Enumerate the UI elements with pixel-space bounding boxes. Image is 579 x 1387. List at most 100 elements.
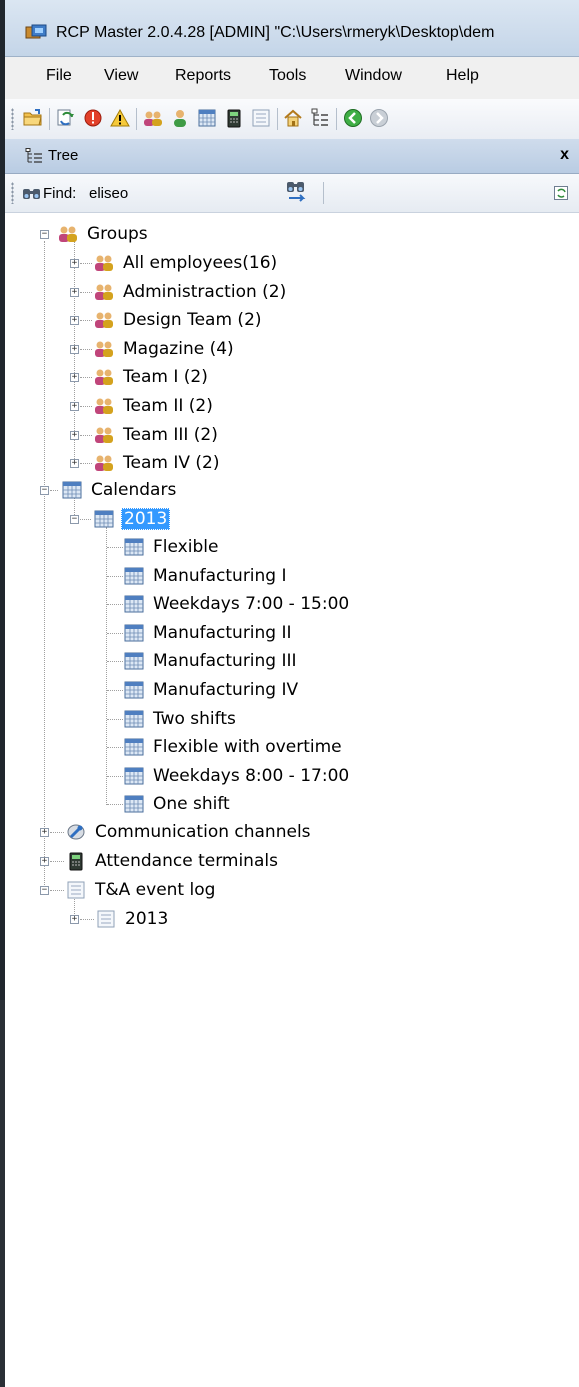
tree-connector (50, 832, 64, 833)
group-expander[interactable]: + (70, 259, 79, 268)
communication-expander[interactable]: + (40, 828, 49, 837)
tree-label: Two shifts (153, 708, 236, 729)
group-expander[interactable]: + (70, 316, 79, 326)
tree-node-calendar[interactable]: Weekdays 8:00 - 17:00 (123, 763, 351, 789)
tree-node-group[interactable]: Design Team (2) (93, 307, 264, 333)
tree-label: Magazine (4) (123, 338, 234, 359)
tree-node-group[interactable]: Administraction (2) (93, 279, 288, 305)
tree-node-calendar[interactable]: Weekdays 7:00 - 15:00 (123, 591, 351, 617)
eventlog-year-expander[interactable]: + (70, 915, 79, 924)
tree-connector (80, 348, 92, 350)
tree-connector (44, 241, 45, 889)
tree-node-calendar[interactable]: Manufacturing IV (123, 677, 300, 703)
tree-connector (80, 291, 92, 293)
title-bar[interactable]: RCP Master 2.0.4.28 [ADMIN] "C:\Users\rm… (5, 0, 579, 57)
calendar-year-expander[interactable]: − (70, 515, 79, 524)
forward-icon[interactable] (368, 107, 390, 129)
tree-node-communication[interactable]: Communication channels (65, 819, 313, 845)
menu-reports[interactable]: Reports (175, 67, 231, 85)
tree-connector (50, 490, 58, 491)
tree-view[interactable]: − Groups + All employees(16) + Administract… (5, 213, 579, 1387)
findbar-grip[interactable] (11, 182, 14, 204)
tree-connector (106, 527, 107, 805)
tree-node-calendar-2013[interactable]: 2013 (93, 506, 171, 532)
find-input[interactable] (89, 181, 269, 205)
eventlog-expander[interactable]: − (40, 886, 49, 895)
tree-node-calendar[interactable]: Manufacturing I (123, 563, 289, 589)
groups-expander[interactable]: − (40, 230, 49, 239)
tree-node-eventlog-2013[interactable]: 2013 (95, 906, 170, 932)
menu-file[interactable]: File (46, 67, 72, 85)
tree-connector (107, 547, 123, 548)
tree-node-group[interactable]: Team II (2) (93, 393, 215, 419)
menu-view[interactable]: View (104, 67, 138, 85)
group-expander[interactable]: + (70, 287, 79, 297)
toolbar-separator (323, 182, 324, 204)
tree-connector (107, 747, 123, 749)
window-title: RCP Master 2.0.4.28 [ADMIN] "C:\Users\rm… (56, 24, 495, 41)
calendar-icon[interactable] (196, 107, 218, 129)
group-expander[interactable]: + (70, 459, 79, 469)
menu-tools[interactable]: Tools (269, 67, 306, 85)
terminal-icon[interactable] (223, 107, 245, 129)
tree-connector (80, 463, 92, 465)
user-icon[interactable] (169, 107, 191, 129)
calendar-icon (124, 738, 144, 756)
group-icon (59, 226, 77, 242)
tree-label-selected: 2013 (121, 508, 171, 530)
back-icon[interactable] (342, 107, 364, 129)
home-icon[interactable] (282, 107, 304, 129)
tree-node-groups[interactable]: Groups (57, 221, 150, 247)
panel-close-button[interactable]: x (560, 146, 569, 164)
tree-node-calendar[interactable]: Flexible (123, 534, 220, 560)
refresh-icon[interactable] (553, 185, 569, 201)
calendar-icon (124, 795, 144, 813)
tree-node-calendars[interactable]: Calendars (61, 477, 178, 503)
refresh-icon[interactable] (55, 107, 77, 129)
tree-label: Manufacturing II (153, 622, 292, 643)
calendar-icon (124, 567, 144, 585)
calendars-expander[interactable]: − (40, 486, 49, 495)
tree-node-group[interactable]: Magazine (4) (93, 336, 236, 362)
tree-node-group[interactable]: Team I (2) (93, 364, 210, 390)
tree-label: Weekdays 8:00 - 17:00 (153, 765, 350, 786)
toolbar-separator (277, 108, 278, 130)
tree-node-group[interactable]: All employees(16) (93, 250, 279, 276)
tree-label: Flexible with overtime (153, 737, 342, 758)
tree-node-terminals[interactable]: Attendance terminals (65, 848, 280, 874)
tree-node-calendar[interactable]: Manufacturing II (123, 620, 294, 646)
group-icon[interactable] (142, 107, 164, 129)
tree-connector (50, 890, 64, 891)
tree-label: 2013 (125, 909, 169, 929)
satellite-icon (67, 824, 85, 840)
tree-node-calendar[interactable]: One shift (123, 791, 232, 817)
error-icon[interactable] (82, 107, 104, 129)
tree-node-calendar[interactable]: Flexible with overtime (123, 734, 344, 760)
toolbar-grip[interactable] (11, 108, 14, 130)
group-expander[interactable]: + (70, 344, 79, 354)
terminals-expander[interactable]: + (40, 857, 49, 866)
tree-label: Manufacturing IV (153, 680, 299, 700)
tree-node-group[interactable]: Team IV (2) (93, 450, 221, 476)
tree-icon[interactable] (309, 107, 331, 129)
menu-help[interactable]: Help (446, 67, 479, 85)
find-next-icon[interactable] (285, 180, 311, 204)
group-expander[interactable]: + (70, 373, 79, 383)
group-expander[interactable]: + (70, 402, 79, 411)
tree-label: Attendance terminals (95, 851, 278, 871)
tree-label: Communication channels (95, 822, 311, 842)
tree-node-eventlog[interactable]: T&A event log (65, 877, 217, 903)
open-folder-icon[interactable] (22, 107, 44, 129)
menu-window[interactable]: Window (345, 67, 402, 85)
group-expander[interactable]: + (70, 430, 79, 440)
tree-connector (80, 377, 92, 379)
list-icon[interactable] (250, 107, 272, 129)
tree-node-calendar[interactable]: Manufacturing III (123, 648, 299, 674)
app-icon (25, 24, 47, 39)
calendar-icon (124, 710, 144, 728)
menu-bar: File View Reports Tools Window Help (5, 57, 579, 99)
tree-node-calendar[interactable]: Two shifts (123, 706, 238, 732)
tree-node-group[interactable]: Team III (2) (93, 422, 220, 448)
tree-connector (107, 632, 123, 634)
warning-icon[interactable] (109, 107, 131, 129)
